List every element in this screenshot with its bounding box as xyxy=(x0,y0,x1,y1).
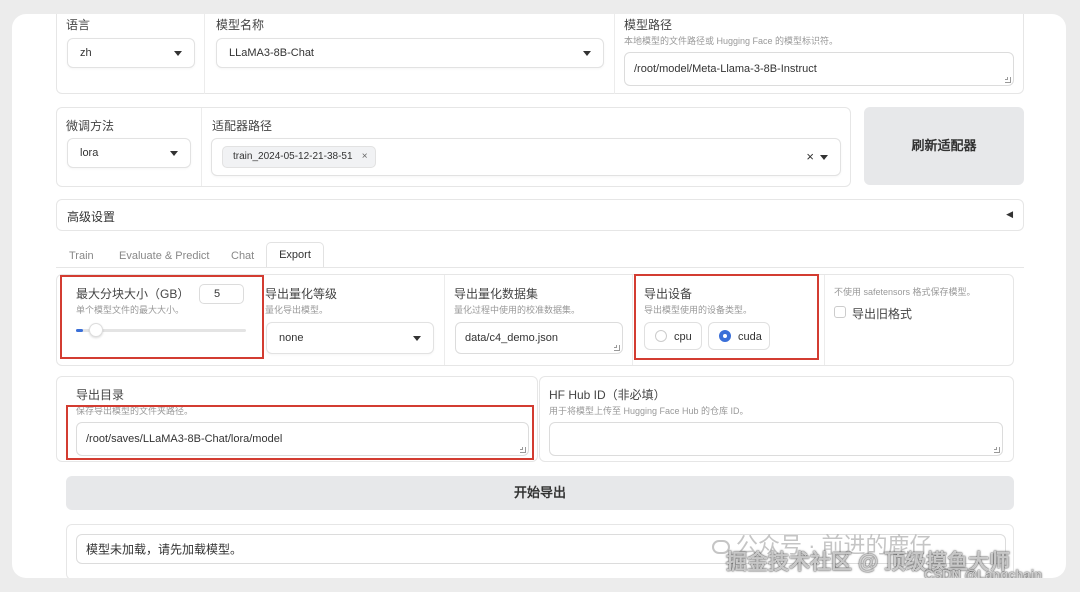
quant-dataset-label: 导出量化数据集 xyxy=(454,287,539,301)
advanced-settings-label: 高级设置 xyxy=(67,210,116,224)
export-device-hint: 导出模型使用的设备类型。 xyxy=(644,305,753,315)
shard-size-slider-track[interactable] xyxy=(76,323,246,337)
tab-chat[interactable]: Chat xyxy=(231,250,254,262)
radio-circle xyxy=(655,330,667,342)
divider xyxy=(204,14,205,94)
shard-size-value: 5 xyxy=(214,288,221,300)
adapter-path-multiselect[interactable]: train_2024-05-12-21-38-51 × × xyxy=(211,138,841,176)
device-option-cpu-label: cpu xyxy=(674,331,692,343)
chevron-down-icon xyxy=(583,51,591,56)
device-option-cpu[interactable]: cpu xyxy=(644,322,702,350)
export-dir-value: /root/saves/LLaMA3-8B-Chat/lora/model xyxy=(86,433,283,445)
refresh-adapter-button[interactable]: 刷新适配器 xyxy=(864,107,1024,185)
shard-size-slider-fill xyxy=(76,329,83,332)
model-path-value: /root/model/Meta-Llama-3-8B-Instruct xyxy=(634,63,817,75)
radio-circle-selected xyxy=(719,330,731,342)
app-frame: 语言 zh 模型名称 LLaMA3-8B-Chat 模型路径 本地模型的文件路径… xyxy=(12,14,1066,578)
device-option-cuda-label: cuda xyxy=(738,331,762,343)
export-dir-hint: 保存导出模型的文件夹路径。 xyxy=(76,406,194,416)
resize-handle-icon[interactable] xyxy=(994,447,1000,453)
close-icon[interactable]: × xyxy=(362,147,368,167)
model-name-dropdown[interactable]: LLaMA3-8B-Chat xyxy=(216,38,604,68)
info-text: 模型未加载，请先加载模型。 xyxy=(86,542,243,557)
model-name-label: 模型名称 xyxy=(216,18,265,32)
advanced-settings-accordion[interactable]: 高级设置 ◀ xyxy=(56,199,1024,231)
resize-handle-icon[interactable] xyxy=(520,447,526,453)
divider xyxy=(632,275,633,365)
chevron-down-icon xyxy=(174,51,182,56)
finetune-method-label: 微调方法 xyxy=(66,119,115,133)
hub-id-hint: 用于将模型上传至 Hugging Face Hub 的仓库 ID。 xyxy=(549,406,749,416)
legacy-format-hint: 不使用 safetensors 格式保存模型。 xyxy=(834,287,976,297)
quant-bit-value: none xyxy=(279,332,304,344)
export-dir-label: 导出目录 xyxy=(76,388,125,402)
language-value: zh xyxy=(80,47,92,59)
export-device-label: 导出设备 xyxy=(644,287,693,301)
legacy-format-checkbox[interactable] xyxy=(834,306,846,318)
clear-icon[interactable]: × xyxy=(806,149,814,164)
model-path-label: 模型路径 xyxy=(624,18,673,32)
hub-id-label: HF Hub ID（非必填） xyxy=(549,388,666,402)
adapter-path-label: 适配器路径 xyxy=(212,119,273,133)
divider xyxy=(614,14,615,94)
quant-bit-hint: 量化导出模型。 xyxy=(265,305,329,315)
adapter-tag[interactable]: train_2024-05-12-21-38-51 × xyxy=(222,146,376,168)
tab-train[interactable]: Train xyxy=(69,250,94,262)
export-dir-input[interactable]: /root/saves/LLaMA3-8B-Chat/lora/model xyxy=(76,422,529,456)
adapter-tag-label: train_2024-05-12-21-38-51 xyxy=(233,151,353,162)
finetune-method-dropdown[interactable]: lora xyxy=(67,138,191,168)
hub-id-input[interactable] xyxy=(549,422,1003,456)
finetune-method-value: lora xyxy=(80,147,99,159)
legacy-format-label: 导出旧格式 xyxy=(852,307,913,321)
tab-export[interactable]: Export xyxy=(266,242,324,268)
divider xyxy=(201,108,202,186)
model-path-hint: 本地模型的文件路径或 Hugging Face 的模型标识符。 xyxy=(624,36,839,46)
start-export-button[interactable]: 开始导出 xyxy=(66,476,1014,510)
tab-evaluate-predict[interactable]: Evaluate & Predict xyxy=(119,250,210,262)
device-option-cuda[interactable]: cuda xyxy=(708,322,770,350)
divider xyxy=(444,275,445,365)
shard-size-label: 最大分块大小（GB） xyxy=(76,287,190,301)
language-label: 语言 xyxy=(66,18,91,32)
chevron-down-icon xyxy=(820,155,828,160)
chevron-down-icon xyxy=(413,336,421,341)
quant-dataset-input[interactable]: data/c4_demo.json xyxy=(455,322,623,354)
shard-size-number-input[interactable]: 5 xyxy=(199,284,244,304)
collapse-arrow-icon: ◀ xyxy=(1006,209,1013,219)
csdn-watermark: CSDN @Langchain xyxy=(924,567,1043,578)
chevron-down-icon xyxy=(170,151,178,156)
divider xyxy=(824,275,825,365)
shard-size-hint: 单个模型文件的最大大小。 xyxy=(76,305,185,315)
quant-dataset-hint: 量化过程中使用的校准数据集。 xyxy=(454,305,581,315)
quant-dataset-value: data/c4_demo.json xyxy=(465,332,558,344)
quant-bit-dropdown[interactable]: none xyxy=(266,322,434,354)
language-dropdown[interactable]: zh xyxy=(67,38,195,68)
model-name-value: LLaMA3-8B-Chat xyxy=(229,47,314,59)
quant-bit-label: 导出量化等级 xyxy=(265,287,338,301)
resize-handle-icon[interactable] xyxy=(614,345,620,351)
shard-size-slider-thumb[interactable] xyxy=(89,323,103,337)
model-path-input[interactable]: /root/model/Meta-Llama-3-8B-Instruct xyxy=(624,52,1014,86)
tab-bar-line xyxy=(56,267,1024,268)
tab-export-label: Export xyxy=(279,249,311,261)
resize-handle-icon[interactable] xyxy=(1005,77,1011,83)
